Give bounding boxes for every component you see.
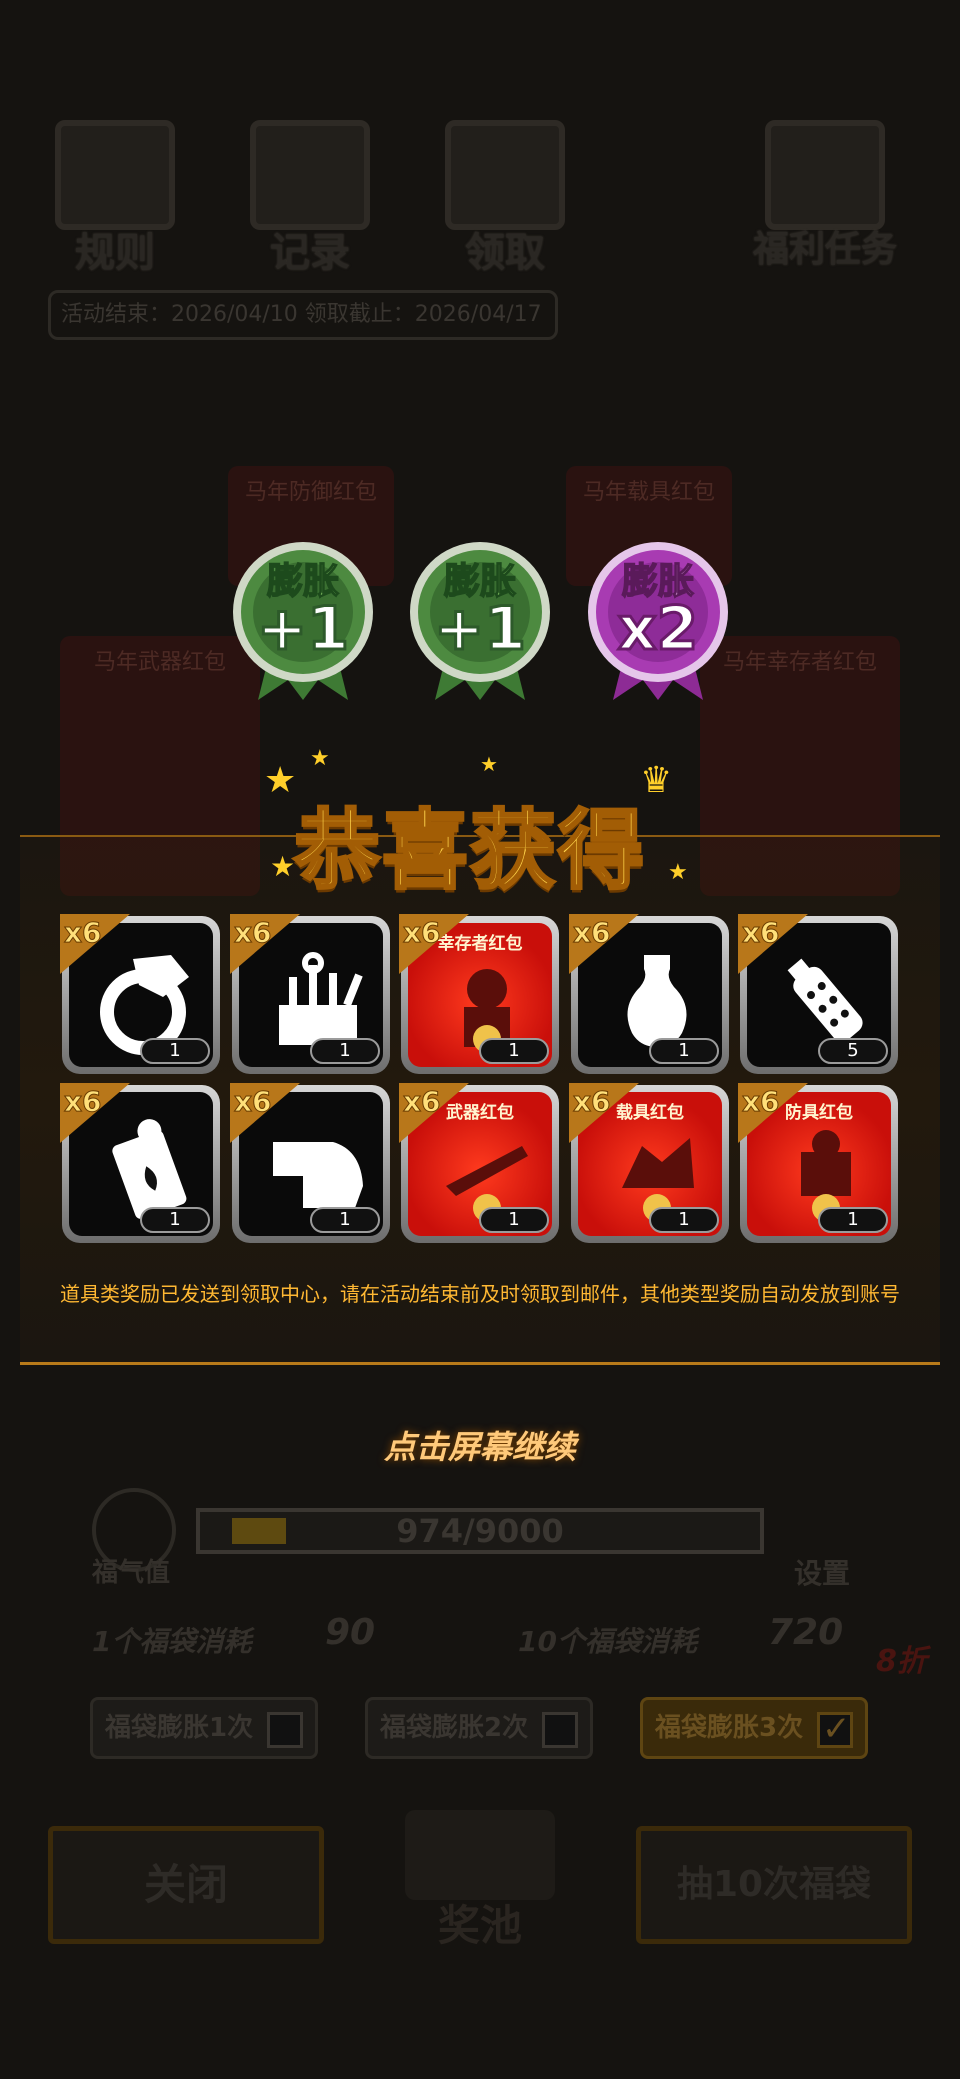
reward-slot[interactable]: 防具红包 x6 1 bbox=[738, 1083, 898, 1243]
rules-button[interactable]: 规则 bbox=[40, 120, 190, 280]
target-icon bbox=[765, 120, 885, 230]
reward-slot[interactable]: x6 1 bbox=[230, 914, 390, 1074]
expand-badge-1: 膨胀 +1 bbox=[228, 540, 378, 700]
multiplier-ribbon: x6 bbox=[230, 1083, 300, 1143]
settings-button[interactable]: 设置 bbox=[794, 1552, 850, 1592]
close-button[interactable]: 关闭 bbox=[48, 1826, 324, 1944]
congrats-title: 恭喜获得 bbox=[293, 800, 646, 903]
item-quantity: 1 bbox=[479, 1207, 549, 1233]
multiplier-text: x6 bbox=[234, 916, 273, 950]
bg-panel-title: 马年载具红包 bbox=[582, 480, 715, 505]
multiplier-ribbon: x6 bbox=[60, 914, 130, 974]
multiplier-text: x6 bbox=[64, 916, 103, 950]
item-quantity: 1 bbox=[310, 1038, 380, 1064]
multiplier-ribbon: x6 bbox=[230, 914, 300, 974]
multiplier-ribbon: x6 bbox=[738, 1083, 808, 1143]
treasure-chest-icon bbox=[405, 1810, 555, 1900]
multiplier-text: x6 bbox=[573, 1085, 612, 1119]
checkbox-checked[interactable]: ✓ bbox=[817, 1709, 853, 1749]
reward-slot[interactable]: x6 1 bbox=[569, 914, 729, 1074]
records-button[interactable]: 记录 bbox=[235, 120, 385, 280]
reward-slot[interactable]: x6 5 bbox=[738, 914, 898, 1074]
multiplier-ribbon: x6 bbox=[399, 914, 469, 974]
book-icon bbox=[55, 120, 175, 230]
multiplier-text: x6 bbox=[234, 1085, 273, 1119]
multiplier-text: x6 bbox=[403, 916, 442, 950]
item-quantity: 1 bbox=[649, 1207, 719, 1233]
multiplier-ribbon: x6 bbox=[399, 1083, 469, 1143]
expand-badge-2: 膨胀 +1 bbox=[405, 540, 555, 700]
multiplier-text: x6 bbox=[742, 1085, 781, 1119]
option-expand-2[interactable]: 福袋膨胀2次 bbox=[365, 1697, 593, 1759]
discount-badge: 8折 bbox=[876, 1644, 927, 1679]
item-quantity: 1 bbox=[818, 1207, 888, 1233]
claim-label: 领取 bbox=[465, 230, 545, 276]
checkbox[interactable] bbox=[542, 1712, 578, 1748]
welfare-tasks-label: 福利任务 bbox=[752, 229, 897, 270]
star-icon: ★ bbox=[310, 746, 330, 771]
prize-pool-button[interactable]: 奖池 bbox=[380, 1800, 580, 1950]
option-label: 福袋膨胀3次 bbox=[655, 1713, 804, 1743]
reward-slot[interactable]: 武器红包 x6 1 bbox=[399, 1083, 559, 1243]
multiplier-ribbon: x6 bbox=[60, 1083, 130, 1143]
megaphone-icon bbox=[790, 1488, 860, 1548]
multiplier-text: x6 bbox=[403, 1085, 442, 1119]
cost-one-value: 90 bbox=[325, 1612, 376, 1653]
cost-ten-value: 720 bbox=[768, 1612, 844, 1653]
reward-slot[interactable]: x6 1 bbox=[230, 1083, 390, 1243]
draw-ten-button[interactable]: 抽10次福袋 bbox=[636, 1826, 912, 1944]
event-dates: 活动结束：2026/04/10 领取截止：2026/04/17 bbox=[48, 290, 558, 340]
item-quantity: 1 bbox=[310, 1207, 380, 1233]
item-quantity: 1 bbox=[479, 1038, 549, 1064]
reward-slot[interactable]: x6 1 bbox=[60, 1083, 220, 1243]
reward-notice: 道具类奖励已发送到领取中心，请在活动结束前及时领取到邮件，其他类型奖励自动发放到… bbox=[60, 1282, 900, 1306]
luck-progress-bar: 974/9000 bbox=[196, 1508, 764, 1554]
badge-value: x2 bbox=[616, 593, 699, 666]
claim-button[interactable]: 领取 bbox=[430, 120, 580, 280]
item-quantity: 1 bbox=[649, 1038, 719, 1064]
star-icon: ★ bbox=[480, 752, 498, 776]
multiplier-text: x6 bbox=[64, 1085, 103, 1119]
reward-slot[interactable]: x6 1 bbox=[60, 914, 220, 1074]
option-label: 福袋膨胀1次 bbox=[105, 1713, 254, 1743]
luck-progress-text: 974/9000 bbox=[396, 1512, 564, 1550]
luck-label: 福气值 bbox=[92, 1558, 171, 1588]
option-label: 福袋膨胀2次 bbox=[380, 1713, 529, 1743]
badge-value: +1 bbox=[255, 593, 350, 666]
prize-pool-label: 奖池 bbox=[437, 1901, 522, 1950]
badge-value: +1 bbox=[432, 593, 527, 666]
multiplier-ribbon: x6 bbox=[569, 914, 639, 974]
expand-badge-3: 膨胀 x2 bbox=[583, 540, 733, 700]
multiplier-text: x6 bbox=[573, 916, 612, 950]
multiplier-ribbon: x6 bbox=[738, 914, 808, 974]
item-quantity: 1 bbox=[140, 1038, 210, 1064]
multiplier-text: x6 bbox=[742, 916, 781, 950]
multiplier-ribbon: x6 bbox=[569, 1083, 639, 1143]
records-label: 记录 bbox=[270, 230, 350, 276]
reward-slot[interactable]: 幸存者红包 x6 1 bbox=[399, 914, 559, 1074]
tap-to-continue[interactable]: 点击屏幕继续 bbox=[0, 1422, 960, 1468]
item-quantity: 5 bbox=[818, 1038, 888, 1064]
bg-panel-title: 马年防御红包 bbox=[244, 480, 377, 505]
check-icon: ✓ bbox=[822, 1709, 851, 1749]
cost-one-label: 1个福袋消耗 bbox=[92, 1625, 252, 1658]
scroll-icon bbox=[250, 120, 370, 230]
rules-label: 规则 bbox=[75, 230, 155, 276]
congrats-title-wrap: ★ ★ ★ ♛ ★ ★ 恭喜获得 bbox=[250, 746, 690, 903]
option-expand-3[interactable]: 福袋膨胀3次 ✓ bbox=[640, 1697, 868, 1759]
cost-ten-label: 10个福袋消耗 bbox=[518, 1625, 697, 1658]
reward-slot[interactable]: 载具红包 x6 1 bbox=[569, 1083, 729, 1243]
checkbox[interactable] bbox=[267, 1712, 303, 1748]
welfare-tasks-button[interactable]: 福利任务 bbox=[740, 120, 910, 280]
item-quantity: 1 bbox=[140, 1207, 210, 1233]
option-expand-1[interactable]: 福袋膨胀1次 bbox=[90, 1697, 318, 1759]
mailbox-icon bbox=[445, 120, 565, 230]
